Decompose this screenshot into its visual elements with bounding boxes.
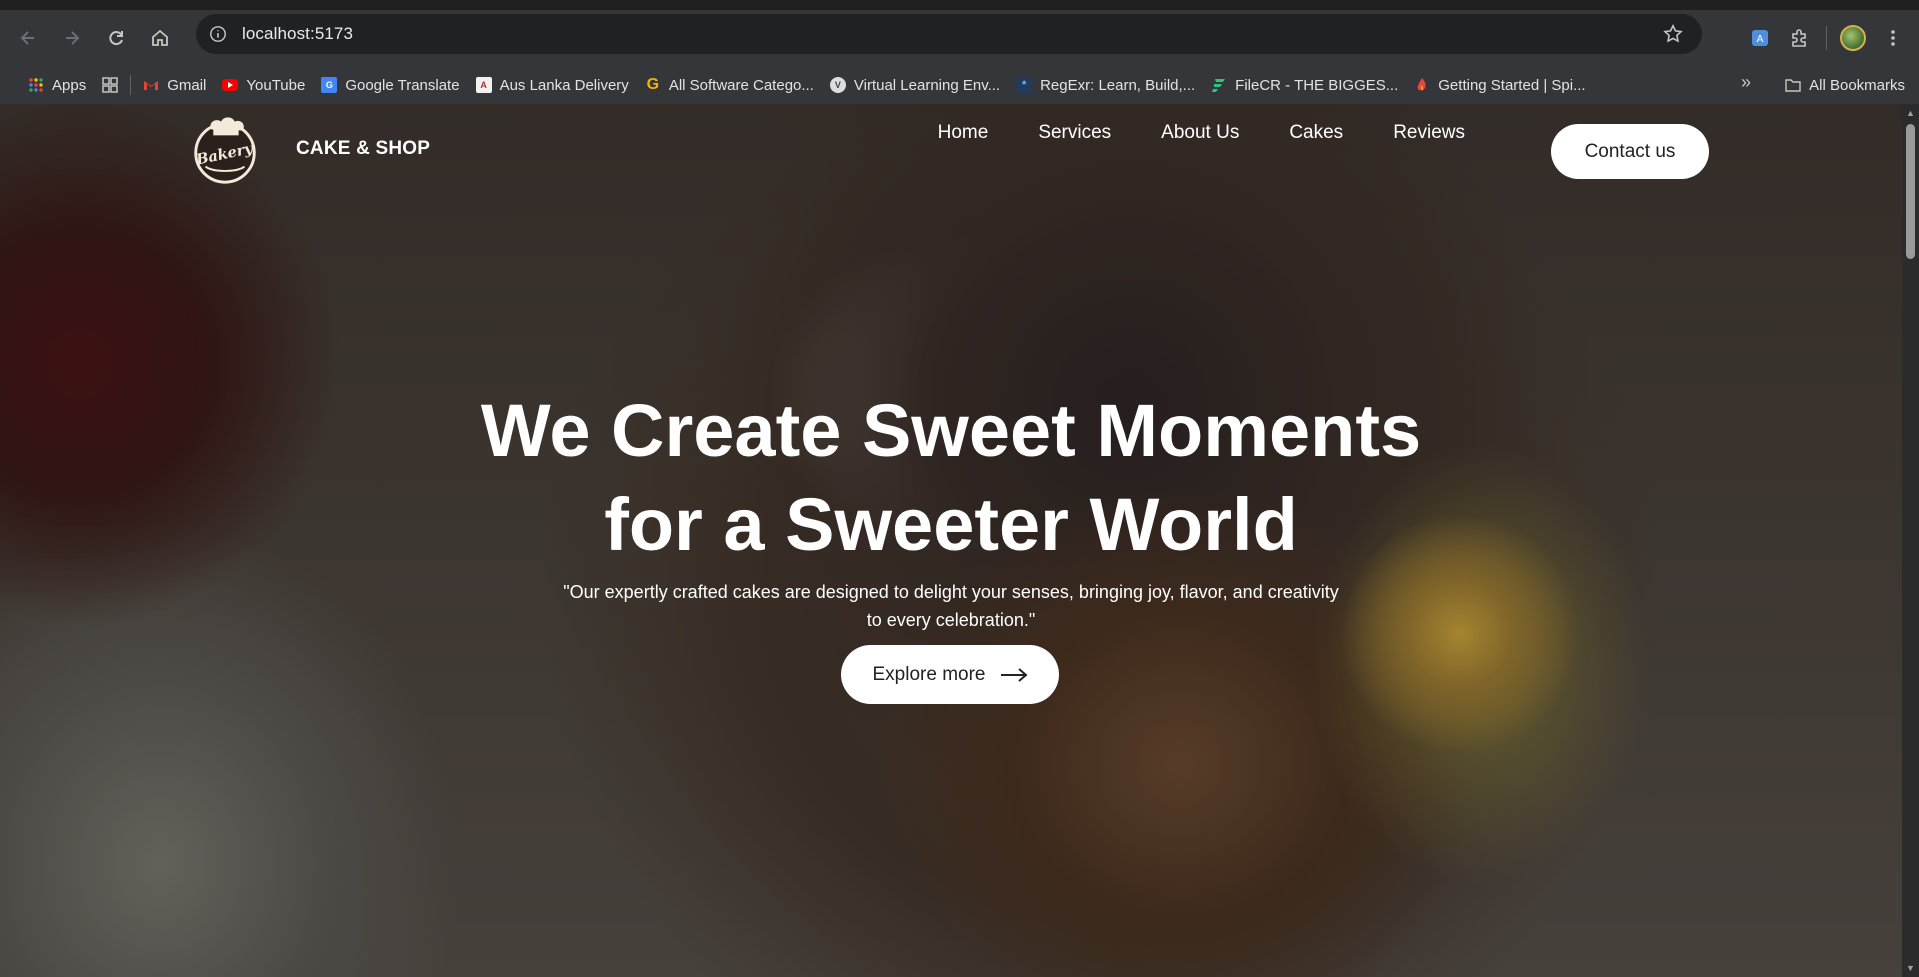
bookmark-gmail[interactable]: Gmail (135, 71, 214, 99)
tab-strip (0, 0, 1919, 10)
bookmark-label: Getting Started | Spi... (1438, 76, 1586, 94)
bakery-logo-icon: Bakery (194, 117, 256, 184)
spinnaker-icon (1414, 77, 1430, 93)
main-nav: Home Services About Us Cakes Reviews (938, 122, 1465, 144)
svg-text:A: A (1757, 34, 1764, 45)
bookmark-label: RegExr: Learn, Build,... (1040, 76, 1196, 94)
bookmark-aus-lanka[interactable]: A Aus Lanka Delivery (468, 71, 637, 99)
bookmark-regexr[interactable]: * RegExr: Learn, Build,... (1008, 71, 1203, 99)
filecr-icon (1211, 77, 1227, 93)
vle-icon: V (829, 77, 846, 93)
bookmark-star-icon[interactable] (1662, 23, 1684, 45)
hero-subtitle-line-1: "Our expertly crafted cakes are designed… (563, 582, 1339, 602)
apps-grid-icon (28, 77, 44, 93)
bookmark-label: All Software Catego... (668, 76, 814, 94)
arrow-right-icon (1000, 667, 1028, 682)
aus-lanka-icon: A (475, 77, 492, 93)
bookmark-label: Apps (52, 76, 87, 94)
translate-extension-icon[interactable]: A (1740, 18, 1780, 58)
bookmark-spinnaker[interactable]: Getting Started | Spi... (1406, 71, 1593, 99)
youtube-icon (222, 79, 239, 91)
hero-title: We Create Sweet Moments for a Sweeter Wo… (0, 384, 1902, 572)
reload-button[interactable] (96, 18, 136, 58)
nav-home[interactable]: Home (938, 122, 989, 144)
reload-icon (109, 31, 123, 46)
nav-cakes[interactable]: Cakes (1289, 122, 1343, 144)
contact-us-button[interactable]: Contact us (1551, 124, 1709, 179)
hero-subtitle-line-2: to every celebration." (866, 610, 1036, 630)
forward-button[interactable] (52, 18, 92, 58)
home-button[interactable] (140, 18, 180, 58)
hero-subtitle: "Our expertly crafted cakes are designed… (500, 578, 1402, 634)
bookmark-apps[interactable]: Apps (20, 71, 94, 99)
folder-icon (1785, 77, 1801, 93)
bookmark-vle[interactable]: V Virtual Learning Env... (822, 71, 1008, 99)
bookmarks-overflow-chevron-icon[interactable]: » (1741, 72, 1751, 93)
address-bar[interactable]: localhost:5173 (196, 14, 1702, 54)
extensions-puzzle-icon[interactable] (1780, 18, 1820, 58)
nav-reviews[interactable]: Reviews (1393, 122, 1465, 144)
nav-about-us[interactable]: About Us (1161, 122, 1239, 144)
explore-more-label: Explore more (872, 663, 986, 685)
toolbar-divider (1826, 26, 1827, 50)
bookmark-label: YouTube (246, 76, 306, 94)
bookmark-google-translate[interactable]: G Google Translate (313, 71, 467, 99)
scroll-down-arrow-icon[interactable]: ▼ (1905, 963, 1916, 973)
bookmark-label: Gmail (167, 76, 207, 94)
profile-avatar-button[interactable] (1833, 18, 1873, 58)
site-brand[interactable]: Bakery CAKE & SHOP (186, 110, 430, 188)
home-icon (152, 29, 168, 46)
bookmark-label: Google Translate (345, 76, 460, 94)
scrollbar-thumb[interactable] (1906, 124, 1915, 259)
browser-toolbar: localhost:5173 A (0, 10, 1919, 66)
bookmarks-bar: Apps Gmail YouTube G Google Translate A … (0, 66, 1919, 104)
bookmark-youtube[interactable]: YouTube (214, 71, 313, 99)
forward-arrow-icon (66, 31, 80, 45)
bookmark-divider (130, 75, 132, 95)
bookmark-tab-groups[interactable] (94, 71, 126, 99)
scroll-up-arrow-icon[interactable]: ▲ (1905, 108, 1916, 118)
bookmark-label: Aus Lanka Delivery (499, 76, 629, 94)
tab-groups-icon (102, 77, 118, 93)
g-icon: G (646, 76, 660, 93)
bookmark-label: Virtual Learning Env... (853, 76, 1001, 94)
url-text[interactable]: localhost:5173 (242, 24, 353, 44)
hero-title-line-2: for a Sweeter World (604, 483, 1298, 566)
back-button[interactable] (8, 18, 48, 58)
nav-services[interactable]: Services (1038, 122, 1111, 144)
kebab-menu-icon (1891, 30, 1895, 46)
page-viewport: Bakery CAKE & SHOP Home Services About U… (0, 104, 1902, 977)
gmail-icon (143, 77, 159, 93)
avatar (1840, 25, 1866, 51)
brand-name: CAKE & SHOP (296, 138, 431, 159)
toolbar-right: A (1740, 10, 1919, 66)
all-bookmarks-folder[interactable]: All Bookmarks (1777, 71, 1913, 99)
explore-more-button[interactable]: Explore more (841, 645, 1059, 704)
hero-title-line-1: We Create Sweet Moments (480, 389, 1422, 472)
page-scrollbar[interactable]: ▲ ▼ (1902, 104, 1919, 977)
all-bookmarks-label: All Bookmarks (1809, 76, 1905, 94)
google-translate-icon: G (321, 77, 338, 93)
back-arrow-icon (20, 31, 34, 45)
regexr-icon: * (1016, 77, 1033, 93)
bookmark-all-software[interactable]: G All Software Catego... (637, 71, 822, 99)
bookmark-filecr[interactable]: FileCR - THE BIGGES... (1203, 71, 1406, 99)
browser-menu-button[interactable] (1873, 18, 1913, 58)
site-info-icon[interactable] (206, 22, 230, 46)
bookmark-label: FileCR - THE BIGGES... (1235, 76, 1399, 94)
